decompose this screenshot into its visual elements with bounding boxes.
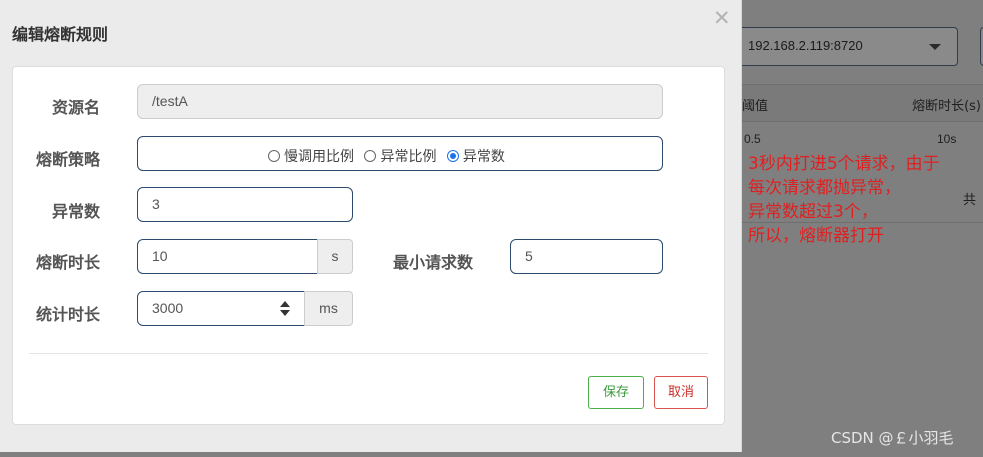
- stat-duration-label: 统计时长: [36, 305, 101, 324]
- row-duration: 10s: [937, 132, 957, 146]
- machine-select[interactable]: 192.168.2.119:8720: [727, 27, 958, 66]
- annotation-line: 每次请求都抛异常，: [748, 178, 901, 198]
- radio-icon: [364, 150, 377, 162]
- header-duration: 熔断时长(s): [912, 99, 981, 114]
- radio-label: 异常数: [462, 149, 505, 165]
- machine-select-value: 192.168.2.119:8720: [748, 38, 863, 53]
- radio-checked-icon: [446, 150, 459, 162]
- exception-count-label: 异常数: [52, 202, 101, 221]
- header-threshold: 阈值: [742, 99, 769, 114]
- spinner-down-icon[interactable]: [280, 310, 290, 316]
- resource-label: 资源名: [52, 98, 101, 117]
- radio-error-ratio[interactable]: 异常比例: [364, 146, 436, 166]
- table-header: 阈值 熔断时长(s): [742, 84, 983, 122]
- radio-error-count[interactable]: 异常数: [446, 146, 505, 166]
- caret-down-icon: [929, 44, 941, 50]
- annotation-text: 3秒内打进5个请求，由于 每次请求都抛异常， 异常数超过3个， 所以，熔断器打开: [748, 152, 978, 248]
- save-button[interactable]: 保存: [588, 376, 644, 409]
- watermark: CSDN @￡小羽毛: [831, 429, 954, 447]
- strategy-radio-group: 慢调用比例 异常比例 异常数: [137, 136, 663, 171]
- break-duration-input[interactable]: 10: [137, 239, 318, 274]
- edit-rule-modal: 编辑熔断规则 ✕ 资源名 /testA 熔断策略 慢调用比例 异常比例 异常数 …: [0, 0, 742, 452]
- close-icon[interactable]: ✕: [713, 8, 731, 29]
- exception-count-input[interactable]: 3: [137, 187, 353, 222]
- stat-duration-value: 3000: [152, 300, 184, 316]
- modal-title: 编辑熔断规则: [12, 25, 109, 44]
- stat-duration-unit: ms: [304, 291, 353, 326]
- strategy-label: 熔断策略: [36, 150, 101, 169]
- annotation-line: 异常数超过3个，: [748, 202, 878, 222]
- modal-body: 资源名 /testA 熔断策略 慢调用比例 异常比例 异常数 异常数 3 熔断时…: [12, 66, 725, 425]
- annotation-line: 所以，熔断器打开: [748, 226, 884, 246]
- min-requests-input[interactable]: 5: [510, 239, 663, 274]
- radio-label: 慢调用比例: [284, 149, 354, 165]
- modal-divider: [29, 353, 708, 354]
- radio-label: 异常比例: [380, 149, 437, 165]
- row-threshold: 0.5: [744, 132, 761, 146]
- radio-icon: [268, 150, 280, 162]
- stat-duration-input[interactable]: 3000: [137, 291, 305, 326]
- resource-input[interactable]: /testA: [137, 84, 663, 119]
- annotation-line: 3秒内打进5个请求，由于: [748, 154, 940, 174]
- break-duration-unit: s: [317, 239, 353, 274]
- radio-slow-ratio[interactable]: 慢调用比例: [268, 146, 354, 166]
- break-duration-label: 熔断时长: [36, 253, 101, 272]
- cancel-button[interactable]: 取消: [654, 376, 708, 409]
- number-spinner[interactable]: [280, 300, 290, 318]
- min-requests-label: 最小请求数: [393, 253, 474, 272]
- spinner-up-icon[interactable]: [280, 301, 290, 307]
